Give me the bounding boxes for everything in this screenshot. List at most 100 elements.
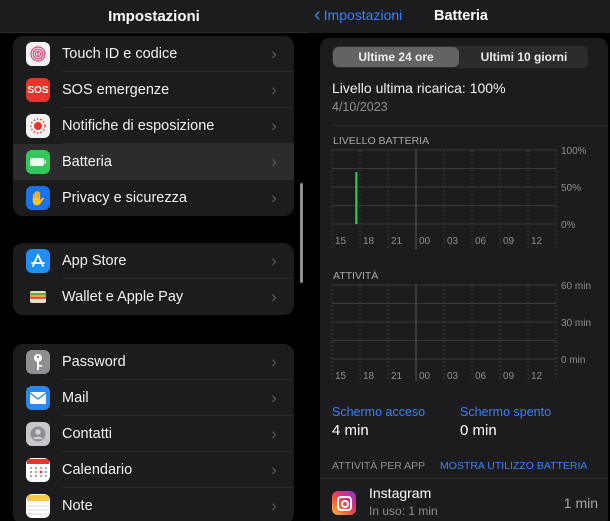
x-tick-label: 03 xyxy=(447,236,459,247)
settings-item-app-store[interactable]: App Store › xyxy=(13,243,294,279)
settings-item-wallet-e-apple-pay[interactable]: Wallet e Apple Pay › xyxy=(13,279,294,315)
exposure-icon xyxy=(26,114,50,138)
divider xyxy=(332,125,608,126)
x-tick-label: 15 xyxy=(335,236,347,247)
y-tick-label: 0% xyxy=(561,220,576,231)
x-tick-label: 00 xyxy=(419,236,431,247)
activity-chart: 151821000306091215 ott16 ott60 min30 min… xyxy=(331,281,591,381)
settings-group: Password › Mail › Contatti › Calendario › Note › xyxy=(13,344,294,521)
screen-on-label[interactable]: Schermo acceso xyxy=(332,405,425,419)
settings-item-notifiche-di-esposizione[interactable]: Notifiche di esposizione › xyxy=(13,108,294,144)
y-tick-label: 30 min xyxy=(561,318,591,329)
chevron-right-icon: › xyxy=(271,251,277,270)
x-tick-label: 06 xyxy=(475,236,487,247)
settings-item-label: Calendario xyxy=(62,462,133,478)
chevron-right-icon: › xyxy=(271,496,277,515)
settings-item-label: App Store xyxy=(62,253,127,269)
segment-last-24h[interactable]: Ultime 24 ore xyxy=(333,47,459,67)
settings-title: Impostazioni xyxy=(108,7,200,25)
settings-item-mail[interactable]: Mail › xyxy=(13,380,294,416)
activity-by-app-header: ATTIVITÀ PER APP xyxy=(332,460,426,472)
chevron-right-icon: › xyxy=(271,44,277,63)
chevron-right-icon: › xyxy=(271,152,277,171)
x-tick-label: 06 xyxy=(475,371,487,381)
chevron-right-icon: › xyxy=(271,352,277,371)
chevron-right-icon: › xyxy=(271,188,277,207)
x-tick-label: 21 xyxy=(391,371,403,381)
settings-item-contatti[interactable]: Contatti › xyxy=(13,416,294,452)
chevron-right-icon: › xyxy=(271,460,277,479)
app-time: 1 min xyxy=(563,495,598,511)
show-battery-usage-link[interactable]: MOSTRA UTILIZZO BATTERIA xyxy=(440,460,587,472)
settings-item-label: Touch ID e codice xyxy=(62,46,178,62)
notes-icon xyxy=(26,494,50,518)
settings-item-note[interactable]: Note › xyxy=(13,488,294,521)
settings-item-privacy-e-sicurezza[interactable]: ✋ Privacy e sicurezza › xyxy=(13,180,294,216)
wallet-icon xyxy=(26,285,50,309)
app-name: Instagram xyxy=(369,485,432,501)
chevron-left-icon: ‹ xyxy=(314,4,321,26)
settings-item-label: Wallet e Apple Pay xyxy=(62,289,184,305)
back-button[interactable]: ‹ Impostazioni xyxy=(314,4,403,26)
last-charge-date: 4/10/2023 xyxy=(332,100,388,114)
settings-item-label: Batteria xyxy=(62,154,112,170)
app-usage: In uso: 1 min xyxy=(369,504,438,518)
screen-off-label[interactable]: Schermo spento xyxy=(460,405,551,419)
x-tick-label: 09 xyxy=(503,371,515,381)
y-tick-label: 0 min xyxy=(561,355,585,366)
chevron-right-icon: › xyxy=(271,424,277,443)
chevron-right-icon: › xyxy=(271,116,277,135)
last-charge-level: Livello ultima ricarica: 100% xyxy=(332,80,506,96)
screen-on-value: 4 min xyxy=(332,422,369,439)
calendar-icon xyxy=(26,458,50,482)
x-tick-label: 12 xyxy=(531,371,543,381)
settings-item-label: SOS emergenze xyxy=(62,82,170,98)
x-tick-label: 18 xyxy=(363,236,375,247)
chevron-right-icon: › xyxy=(271,287,277,306)
y-tick-label: 60 min xyxy=(561,281,591,292)
x-tick-label: 15 xyxy=(335,371,347,381)
settings-item-password[interactable]: Password › xyxy=(13,344,294,380)
chevron-right-icon: › xyxy=(271,388,277,407)
battery-header: ‹ Impostazioni Batteria xyxy=(308,0,610,33)
segment-last-10-days[interactable]: Ultimi 10 giorni xyxy=(461,47,587,67)
x-tick-label: 09 xyxy=(503,236,515,247)
mail-icon xyxy=(26,386,50,410)
settings-item-label: Password xyxy=(62,354,126,370)
settings-item-label: Privacy e sicurezza xyxy=(62,190,187,206)
hand-icon: ✋ xyxy=(26,186,50,210)
settings-item-sos-emergenze[interactable]: SOS SOS emergenze › xyxy=(13,72,294,108)
app-store-icon xyxy=(26,249,50,273)
settings-item-label: Contatti xyxy=(62,426,112,442)
instagram-icon xyxy=(332,491,356,515)
y-tick-label: 100% xyxy=(561,146,587,157)
battery-card: Ultime 24 ore Ultimi 10 giorni Livello u… xyxy=(320,38,608,521)
screen-off-value: 0 min xyxy=(460,422,497,439)
period-segmented-control: Ultime 24 ore Ultimi 10 giorni xyxy=(332,46,588,68)
scrollbar[interactable] xyxy=(300,183,303,283)
back-label: Impostazioni xyxy=(323,7,403,23)
x-tick-label: 12 xyxy=(531,236,543,247)
fingerprint-icon xyxy=(26,42,50,66)
key-icon xyxy=(26,350,50,374)
battery-level-bar xyxy=(355,172,358,224)
settings-item-label: Note xyxy=(62,498,93,514)
settings-pane: Impostazioni Touch ID e codice › SOS SOS em… xyxy=(0,0,308,521)
y-tick-label: 50% xyxy=(561,183,581,194)
app-row[interactable]: Instagram In uso: 1 min 1 min xyxy=(332,485,608,521)
contacts-icon xyxy=(26,422,50,446)
settings-header: Impostazioni xyxy=(0,0,308,33)
settings-group: App Store › Wallet e Apple Pay › xyxy=(13,243,294,315)
settings-item-label: Mail xyxy=(62,390,89,406)
settings-group: Touch ID e codice › SOS SOS emergenze › Notif… xyxy=(13,36,294,216)
page-title: Batteria xyxy=(434,8,488,24)
battery-level-chart: 15 18 21 00 03 06 09 12 100% 50% 0% xyxy=(331,146,587,250)
settings-item-label: Notifiche di esposizione xyxy=(62,118,215,134)
settings-item-batteria[interactable]: Batteria › xyxy=(13,144,294,180)
settings-item-calendario[interactable]: Calendario › xyxy=(13,452,294,488)
x-tick-label: 03 xyxy=(447,371,459,381)
settings-item-touch-id-e-codice[interactable]: Touch ID e codice › xyxy=(13,36,294,72)
x-tick-label: 00 xyxy=(419,371,431,381)
divider xyxy=(320,478,608,479)
x-tick-label: 21 xyxy=(391,236,403,247)
